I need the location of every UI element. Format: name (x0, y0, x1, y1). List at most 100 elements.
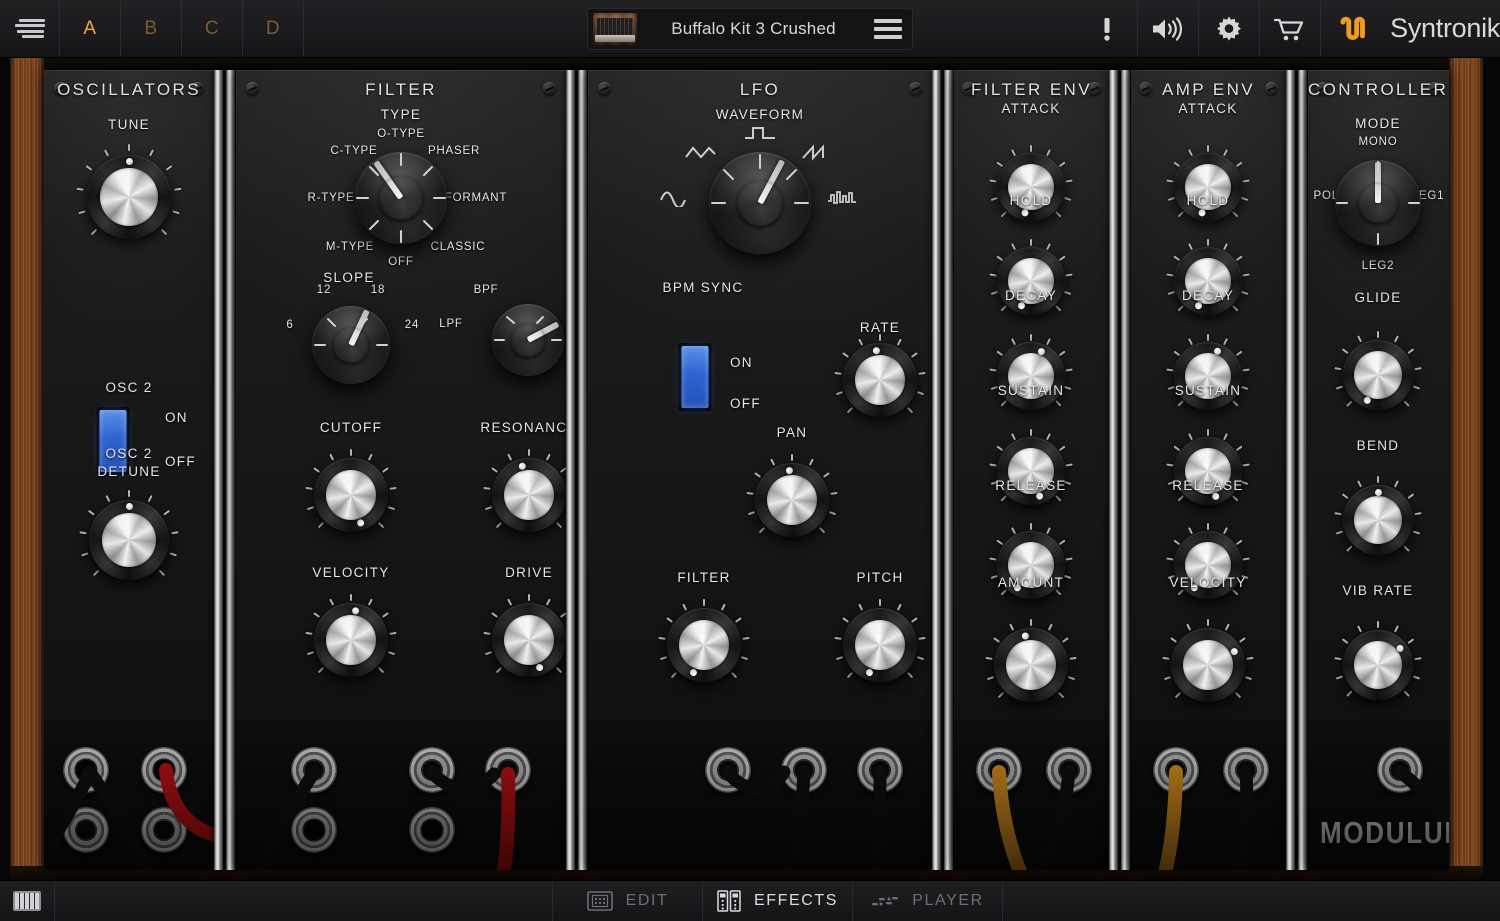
bpm-sync-label: BPM SYNC (663, 280, 744, 295)
filter-type-selector[interactable] (355, 152, 447, 244)
patch-jack[interactable] (291, 807, 337, 853)
bottom-toolbar: EDIT EFFECTS (0, 880, 1500, 921)
patch-jack[interactable] (63, 807, 109, 853)
patch-jack[interactable] (857, 747, 903, 793)
preset-list-button[interactable] (870, 19, 912, 39)
patch-jack[interactable] (1153, 747, 1199, 793)
edit-icon (587, 891, 613, 911)
slope-selector[interactable] (312, 306, 390, 384)
filter-mode-option-lpf[interactable]: LPF (439, 318, 463, 330)
patch-jack[interactable] (141, 747, 187, 793)
tune-knob[interactable] (76, 144, 182, 250)
patch-jack[interactable] (976, 747, 1022, 793)
filter-type-option-off[interactable]: OFF (388, 256, 413, 268)
patch-cable-orange[interactable] (1131, 730, 1286, 870)
resonance-knob[interactable] (483, 449, 566, 541)
patch-jack[interactable] (409, 807, 455, 853)
patch-jack[interactable] (485, 747, 531, 793)
patch-jack[interactable] (63, 747, 109, 793)
patch-jack[interactable] (705, 747, 751, 793)
controllers-title: CONTROLLERS (1308, 80, 1449, 100)
amp-env-sustain-knob[interactable] (1166, 429, 1250, 513)
waveform-sine-icon[interactable] (659, 189, 693, 207)
patch-jack[interactable] (141, 807, 187, 853)
waveform-sample-hold-icon[interactable] (826, 189, 860, 207)
mode-option-leg2[interactable]: LEG2 (1362, 260, 1395, 272)
patch-cable-red[interactable] (386, 730, 566, 870)
filter-type-option-o-type[interactable]: O-TYPE (377, 128, 425, 140)
filter-env-hold-knob[interactable] (989, 239, 1073, 323)
bank-button-c[interactable]: C (182, 0, 243, 57)
lfo-filter-knob[interactable] (658, 599, 750, 691)
tab-effects[interactable]: EFFECTS (703, 881, 853, 921)
bank-button-a[interactable]: A (60, 0, 121, 57)
patch-cable-orange[interactable] (954, 730, 1109, 870)
settings-button[interactable] (1199, 0, 1260, 57)
patch-jack[interactable] (781, 747, 827, 793)
slope-option-6[interactable]: 6 (286, 319, 293, 331)
patch-jack[interactable] (1046, 747, 1092, 793)
lfo-rate-knob[interactable] (834, 334, 926, 426)
filter-mode-option-bpf[interactable]: BPF (474, 284, 499, 296)
preset-selector[interactable]: Buffalo Kit 3 Crushed (587, 8, 913, 50)
bank-button-b[interactable]: B (121, 0, 182, 57)
slope-option-12[interactable]: 12 (317, 284, 331, 296)
filter-type-option-formant[interactable]: FORMANT (445, 192, 507, 204)
patch-jack[interactable] (409, 747, 455, 793)
keyboard-button[interactable] (0, 881, 55, 921)
filter-mode-selector[interactable] (492, 304, 564, 376)
mode-option-mono[interactable]: MONO (1359, 136, 1398, 148)
amp-env-attack-knob[interactable] (1166, 145, 1250, 229)
amp-env-hold-knob[interactable] (1166, 239, 1250, 323)
filter-env-amount-knob[interactable] (985, 619, 1077, 711)
tab-player[interactable]: PLAYER (853, 881, 1003, 921)
oscillators-title: OSCILLATORS (44, 80, 214, 100)
vib-rate-label: VIB RATE (1343, 583, 1414, 598)
cutoff-knob[interactable] (305, 449, 397, 541)
bottom-spacer-left (55, 881, 553, 921)
mode-selector[interactable] (1335, 160, 1421, 246)
alert-button[interactable] (1077, 0, 1138, 57)
bank-button-d[interactable]: D (243, 0, 304, 57)
patch-cable-black[interactable] (44, 730, 214, 870)
drive-knob[interactable] (483, 594, 566, 686)
synth-body: OSCILLATORS TUNE OSC 2 (0, 58, 1500, 880)
filter-env-sustain-knob[interactable] (989, 429, 1073, 513)
patch-jack[interactable] (291, 747, 337, 793)
bpm-sync-toggle[interactable] (679, 343, 712, 411)
osc2-detune-knob[interactable] (79, 490, 179, 590)
brand-name: Syntronik (1390, 13, 1500, 44)
vib-rate-knob[interactable] (1334, 621, 1422, 709)
amp-env-release-label: RELEASE (1172, 478, 1243, 493)
patch-cable-black[interactable] (954, 730, 1109, 870)
main-menu-button[interactable] (0, 0, 60, 57)
filter-type-option-r-type[interactable]: R-TYPE (308, 192, 355, 204)
patch-cable-black[interactable] (1131, 730, 1286, 870)
filter-velocity-knob[interactable] (305, 594, 397, 686)
filter-env-hold-label: HOLD (1010, 193, 1053, 208)
filter-env-amount-label: AMOUNT (998, 575, 1064, 590)
amp-env-decay-knob[interactable] (1166, 334, 1250, 418)
slope-option-24[interactable]: 24 (405, 319, 419, 331)
waveform-square-icon[interactable] (743, 124, 777, 142)
volume-button[interactable] (1138, 0, 1199, 57)
filter-env-attack-knob[interactable] (989, 145, 1073, 229)
filter-env-decay-knob[interactable] (989, 334, 1073, 418)
module-rail (1286, 70, 1295, 870)
bend-knob[interactable] (1334, 476, 1422, 564)
speaker-icon (1151, 16, 1185, 42)
lfo-waveform-selector[interactable] (709, 152, 811, 254)
shop-button[interactable] (1260, 0, 1321, 57)
patch-jack[interactable] (1377, 747, 1423, 793)
wood-side-panel-left (10, 58, 44, 880)
slope-option-18[interactable]: 18 (371, 284, 385, 296)
lfo-pitch-knob[interactable] (834, 599, 926, 691)
lfo-pan-knob[interactable] (746, 454, 838, 546)
instrument-name: MODULUM (1320, 815, 1449, 851)
tab-edit[interactable]: EDIT (553, 881, 703, 921)
filter-env-release-knob[interactable] (989, 523, 1073, 607)
amp-env-velocity-knob[interactable] (1162, 619, 1254, 711)
glide-knob[interactable] (1334, 331, 1422, 419)
amp-env-release-knob[interactable] (1166, 523, 1250, 607)
patch-jack[interactable] (1223, 747, 1269, 793)
